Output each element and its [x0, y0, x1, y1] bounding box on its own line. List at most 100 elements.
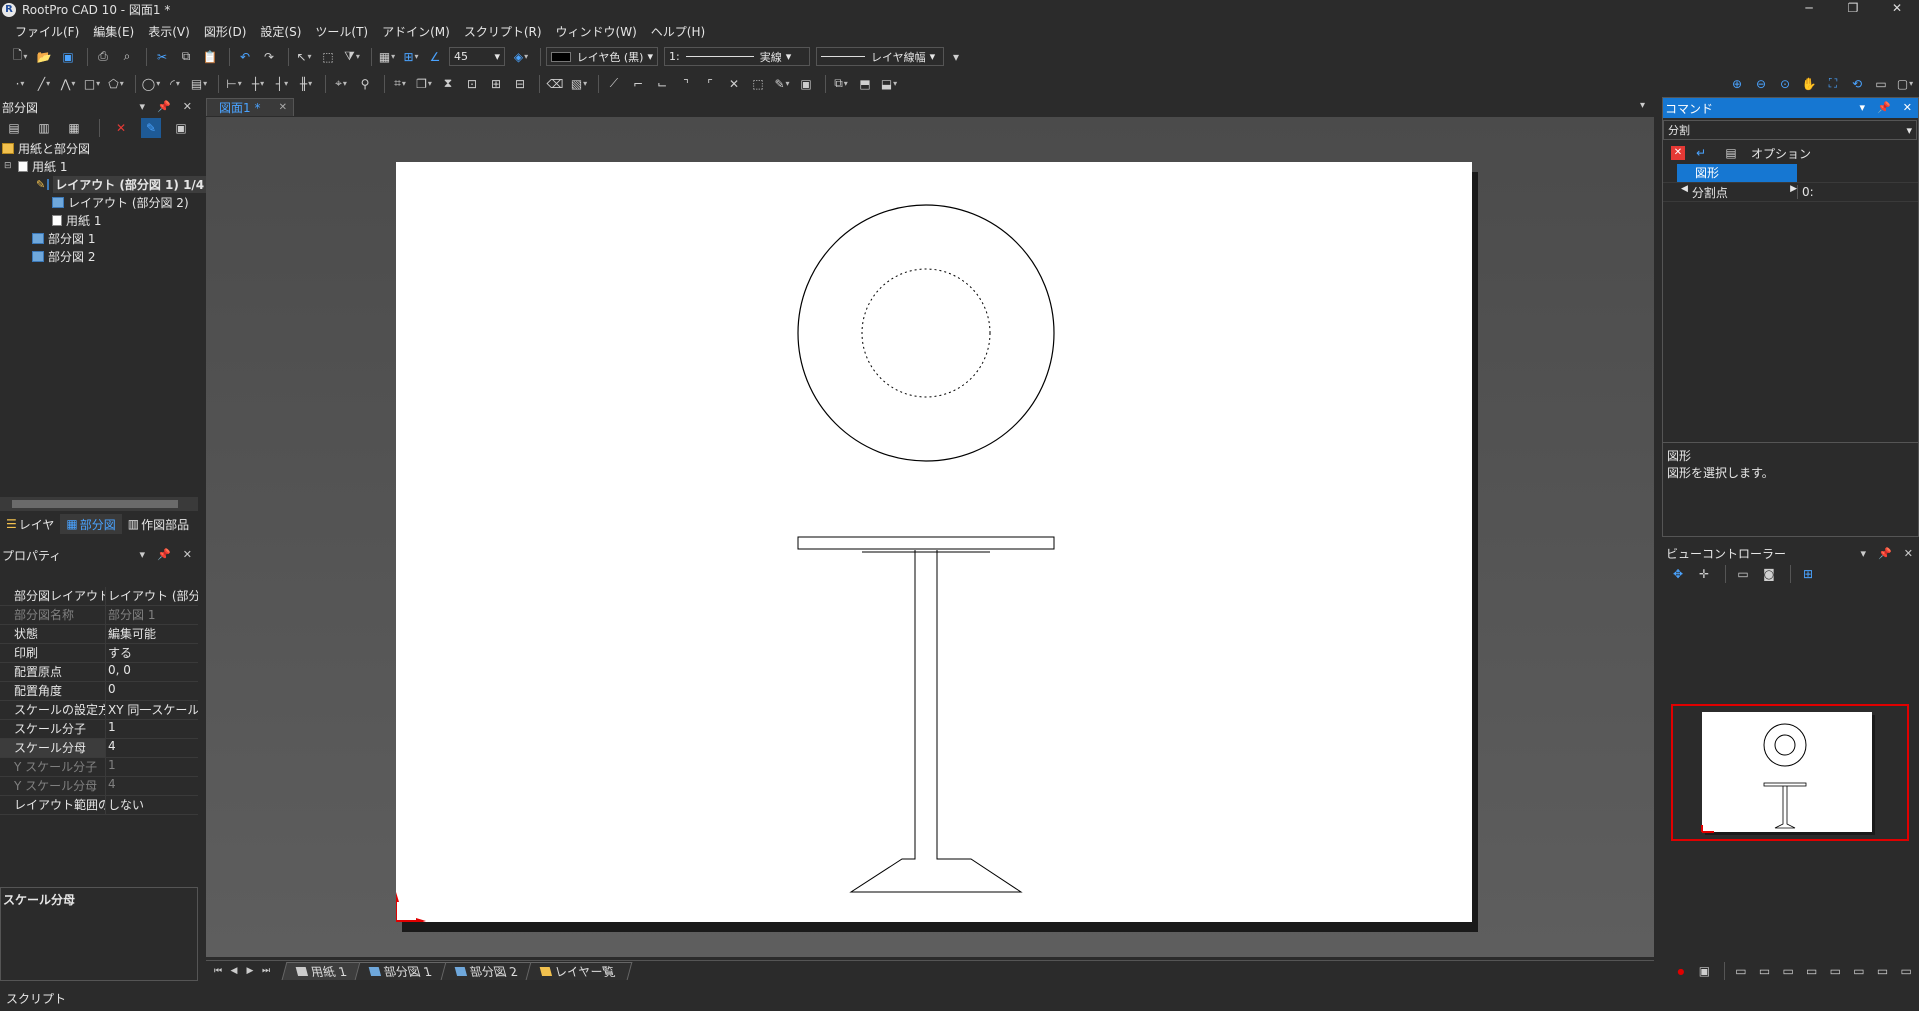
filter-icon[interactable]: ⧩ [342, 47, 362, 67]
zoom-out-icon[interactable]: ⊖ [1751, 74, 1771, 94]
tab-drawing-parts[interactable]: ▥ 作図部品 [122, 514, 195, 534]
fillet-icon[interactable]: ⌐ [628, 74, 648, 94]
offset-icon[interactable]: ⊟ [510, 74, 530, 94]
first-sheet-icon[interactable]: ⏮ [210, 966, 226, 976]
tree-item-layout-2[interactable]: レイアウト (部分図 2) [0, 193, 198, 211]
view-slot-8-icon[interactable]: ▭ [1897, 961, 1915, 981]
edit-icon[interactable]: ✎ [141, 118, 161, 138]
expand-right-icon[interactable]: ▶ [1790, 184, 1797, 201]
scroll-thumb[interactable] [12, 500, 178, 508]
panel-menu-icon[interactable]: ▾ [1861, 547, 1867, 560]
panel-close-icon[interactable]: ✕ [1903, 98, 1912, 118]
inner-circle-dotted[interactable] [861, 268, 991, 398]
command-options-icon[interactable]: ▤ [1721, 143, 1741, 163]
camera-icon[interactable]: ◙ [1759, 564, 1779, 584]
collapse-icon[interactable]: ⊟ [4, 161, 18, 171]
paper-sheet[interactable] [393, 162, 1472, 924]
fit-view-icon[interactable]: ▭ [1733, 564, 1753, 584]
duplicate-icon[interactable]: ▦ [64, 118, 84, 138]
tab-layer[interactable]: ☰ レイヤ [0, 514, 60, 534]
view-slot-5-icon[interactable]: ▭ [1827, 961, 1845, 981]
command-row-shape[interactable]: 図形 [1663, 164, 1918, 183]
table-leg-and-base[interactable] [849, 550, 1023, 893]
chamfer-icon[interactable]: ⌙ [652, 74, 672, 94]
command-select[interactable]: 分割 ▾ [1663, 120, 1917, 140]
layer-tool-icon[interactable]: ◈ [511, 47, 531, 67]
array-icon[interactable]: ⊞ [486, 74, 506, 94]
view-slot-1-icon[interactable]: ▭ [1732, 961, 1750, 981]
grid-icon[interactable]: ▦ [377, 47, 397, 67]
restore-button[interactable]: ❐ [1831, 0, 1875, 19]
panel-menu-icon[interactable]: ▾ [1860, 98, 1866, 118]
tree-item-sheet-layout[interactable]: 用紙 1 [0, 211, 198, 229]
view-save-icon[interactable]: ▣ [1696, 961, 1714, 981]
angle-combo[interactable]: 45 ▾ [449, 47, 505, 66]
tree-item-sheet[interactable]: ⊟ 用紙 1 [0, 157, 198, 175]
property-row[interactable]: スケールの設定方法XY 同一スケール [0, 701, 198, 720]
property-row[interactable]: 配置角度 0 [0, 682, 198, 701]
tree-item-layout-1[interactable]: ✎ レイアウト (部分図 1) 1/4 [0, 175, 207, 193]
next-sheet-icon[interactable]: ▶ [242, 966, 258, 976]
view-slot-7-icon[interactable]: ▭ [1874, 961, 1892, 981]
menu-view[interactable]: 表示(V) [141, 23, 197, 40]
property-value[interactable]: する [106, 644, 198, 662]
color-combo[interactable]: レイヤ色 (黒) ▾ [546, 47, 658, 66]
zoom-paper-icon[interactable]: ▭ [1871, 74, 1891, 94]
table-top[interactable] [797, 536, 1055, 550]
menu-addin[interactable]: アドイン(M) [375, 23, 457, 40]
new-view-icon[interactable]: ▥ [34, 118, 54, 138]
document-tab[interactable]: 図面1 * ✕ [206, 98, 294, 116]
options-label[interactable]: オプション [1751, 145, 1811, 162]
pin-icon[interactable]: 📌 [1877, 98, 1891, 118]
command-row-split-points[interactable]: ◀ 分割点 ▶ 0: [1663, 183, 1918, 202]
cut-icon[interactable]: ✂ [152, 47, 172, 67]
view-slot-2-icon[interactable]: ▭ [1756, 961, 1774, 981]
tab-layer-list[interactable]: レイヤー覧 [525, 961, 633, 980]
menu-help[interactable]: ヘルプ(H) [644, 23, 712, 40]
panel-menu-icon[interactable]: ▾ [140, 97, 146, 117]
tree-item-root[interactable]: 用紙と部分図 [0, 139, 198, 157]
overview-navigator[interactable] [1662, 703, 1919, 853]
scale-icon[interactable]: ⊡ [462, 74, 482, 94]
property-row[interactable]: 部分図レイアウト名レイアウト (部分図 [0, 587, 198, 606]
delete-icon[interactable]: ✕ [111, 118, 131, 138]
polygon-icon[interactable]: ⬠ [106, 74, 126, 94]
print-icon[interactable]: ⎙ [93, 47, 113, 67]
menu-edit[interactable]: 編集(E) [86, 23, 141, 40]
trim-icon[interactable]: ⌗ [390, 74, 410, 94]
property-value[interactable]: 4 [106, 739, 198, 757]
move-icon[interactable]: ✛ [1694, 564, 1714, 584]
select-window-icon[interactable]: ⬚ [318, 47, 338, 67]
property-row[interactable]: Y スケール分母 4 [0, 777, 198, 796]
zoom-previous-icon[interactable]: ⟲ [1847, 74, 1867, 94]
outer-circle[interactable] [797, 204, 1055, 462]
copy-shape-icon[interactable]: ❐ [414, 74, 434, 94]
extend-icon[interactable]: ⟋ [604, 74, 624, 94]
redo-icon[interactable]: ↷ [259, 47, 279, 67]
property-row[interactable]: 部分図名称 部分図 1 [0, 606, 198, 625]
mirror-icon[interactable]: ⧗ [438, 74, 458, 94]
view-slot-6-icon[interactable]: ▭ [1850, 961, 1868, 981]
pin-icon[interactable]: 📌 [1878, 547, 1892, 560]
view-slot-4-icon[interactable]: ▭ [1803, 961, 1821, 981]
minimize-button[interactable]: ─ [1787, 0, 1831, 19]
dim-vertical-icon[interactable]: ┤ [272, 74, 292, 94]
close-button[interactable]: ✕ [1875, 0, 1919, 19]
select-arrow-icon[interactable]: ↖ [294, 47, 314, 67]
pan-hand-icon[interactable]: ✋ [1799, 74, 1819, 94]
grid-view-icon[interactable]: ⊞ [1798, 564, 1818, 584]
prev-sheet-icon[interactable]: ◀ [226, 966, 242, 976]
polyline-icon[interactable]: ⋀ [58, 74, 78, 94]
new-file-icon[interactable]: 🗋 [10, 47, 30, 67]
hatch-icon[interactable]: ▧ [569, 74, 589, 94]
property-row[interactable]: Y スケール分子 1 [0, 758, 198, 777]
arc-icon[interactable]: ◜ [165, 74, 185, 94]
measure-icon[interactable]: ⌖ [331, 74, 351, 94]
property-row[interactable]: 印刷 する [0, 644, 198, 663]
save-icon[interactable]: ▣ [58, 47, 78, 67]
enter-icon[interactable]: ↵ [1691, 143, 1711, 163]
open-folder-icon[interactable]: 📂 [34, 47, 54, 67]
navigate-icon[interactable]: ✥ [1668, 564, 1688, 584]
tree-item-view-1[interactable]: 部分図 1 [0, 229, 198, 247]
panel-close-icon[interactable]: ✕ [183, 545, 192, 565]
